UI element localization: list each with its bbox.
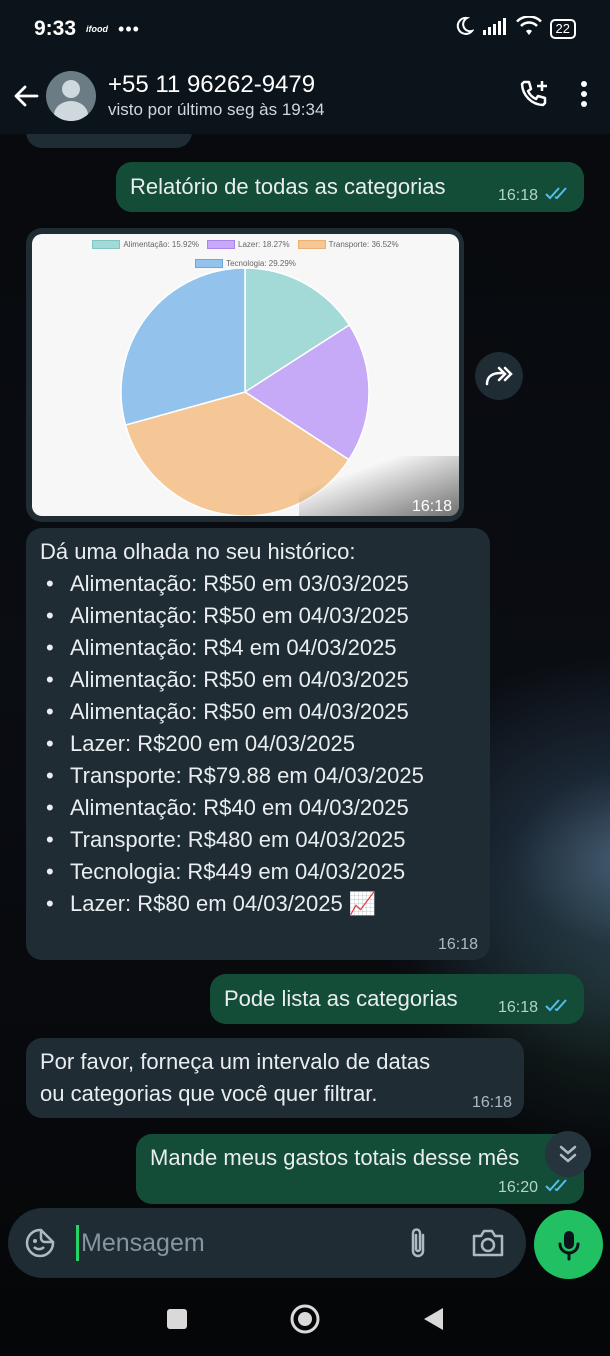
read-ticks-icon [544, 997, 572, 1018]
message-text: Mande meus gastos totais desse mês [150, 1145, 520, 1170]
message-input[interactable] [81, 1228, 381, 1258]
status-bar: 9:33 ifood ••• 22 [0, 0, 610, 58]
previous-message-partial [26, 134, 192, 148]
history-item: Alimentação: R$40 em 04/03/2025 [40, 792, 476, 824]
message-intro: Dá uma olhada no seu histórico: [40, 539, 356, 564]
read-ticks-icon [544, 1177, 572, 1198]
message-incoming[interactable]: Dá uma olhada no seu histórico: Alimenta… [26, 528, 490, 960]
message-text: Relatório de todas as categorias [130, 174, 446, 199]
back-arrow-icon[interactable] [6, 76, 46, 116]
chat-header: +55 11 96262-9479 visto por último seg à… [0, 58, 610, 134]
message-composer [8, 1208, 526, 1278]
message-time: 16:18 [497, 998, 538, 1016]
add-call-icon[interactable] [518, 78, 550, 115]
status-app-notification: ifood [86, 24, 109, 34]
avatar[interactable] [46, 71, 96, 121]
wifi-icon [515, 15, 542, 42]
message-outgoing[interactable]: Pode lista as categorias 16:18 [210, 974, 584, 1024]
system-nav-bar [0, 1286, 610, 1356]
contact-last-seen: visto por último seg às 19:34 [108, 100, 325, 119]
pie-chart-image: Alimentação: 15.92% Lazer: 18.27% Transpor… [32, 234, 459, 516]
nav-home-icon[interactable] [289, 1303, 321, 1340]
history-item: Lazer: R$200 em 04/03/2025 [40, 728, 476, 760]
sticker-icon[interactable] [22, 1225, 58, 1261]
mic-icon[interactable] [534, 1210, 603, 1279]
history-item: Tecnologia: R$449 em 04/03/2025 [40, 856, 476, 888]
history-item: Transporte: R$79.88 em 04/03/2025 [40, 760, 476, 792]
history-item: Alimentação: R$50 em 04/03/2025 [40, 600, 476, 632]
chat-messages[interactable]: Relatório de todas as categorias 16:18 A… [0, 134, 610, 1206]
moon-icon [454, 16, 475, 42]
message-image[interactable]: Alimentação: 15.92% Lazer: 18.27% Transpor… [26, 228, 464, 522]
history-item: Alimentação: R$50 em 03/03/2025 [40, 568, 476, 600]
signal-icon [482, 17, 508, 41]
more-vert-icon[interactable] [580, 80, 588, 112]
nav-recents-icon[interactable] [165, 1307, 189, 1336]
attach-icon[interactable] [400, 1225, 436, 1261]
message-time: 16:18 [411, 498, 452, 515]
history-item: Alimentação: R$50 em 04/03/2025 [40, 696, 476, 728]
history-item: Alimentação: R$4 em 04/03/2025 [40, 632, 476, 664]
contact-info[interactable]: +55 11 96262-9479 visto por último seg à… [108, 71, 324, 121]
battery-indicator: 22 [549, 19, 576, 39]
text-cursor [76, 1225, 79, 1261]
forward-icon[interactable] [475, 352, 523, 400]
read-ticks-icon [544, 185, 572, 206]
status-time: 9:33 [34, 17, 77, 40]
message-outgoing[interactable]: Mande meus gastos totais desse mês 16:20 [136, 1134, 584, 1204]
message-text: Por favor, forneça um intervalo de datas… [40, 1049, 431, 1106]
status-more-dots: ••• [118, 18, 140, 39]
camera-icon[interactable] [470, 1225, 506, 1261]
history-item: Transporte: R$480 em 04/03/2025 [40, 824, 476, 856]
message-incoming[interactable]: Por favor, forneça um intervalo de datas… [26, 1038, 524, 1118]
double-chevron-down-icon[interactable] [545, 1131, 591, 1177]
message-time: 16:20 [497, 1178, 538, 1196]
history-item: Lazer: R$80 em 04/03/2025 📈 [40, 888, 476, 920]
contact-name: +55 11 96262-9479 [108, 71, 316, 98]
message-time: 16:18 [437, 936, 478, 953]
message-text: Pode lista as categorias [224, 986, 458, 1011]
message-outgoing[interactable]: Relatório de todas as categorias 16:18 [116, 162, 584, 212]
message-time: 16:18 [471, 1094, 512, 1111]
composer-row [0, 1206, 610, 1286]
message-time: 16:18 [497, 186, 538, 204]
history-item: Alimentação: R$50 em 04/03/2025 [40, 664, 476, 696]
history-list: Alimentação: R$50 em 03/03/2025Alimentaç… [40, 568, 476, 920]
nav-back-icon[interactable] [421, 1306, 445, 1337]
